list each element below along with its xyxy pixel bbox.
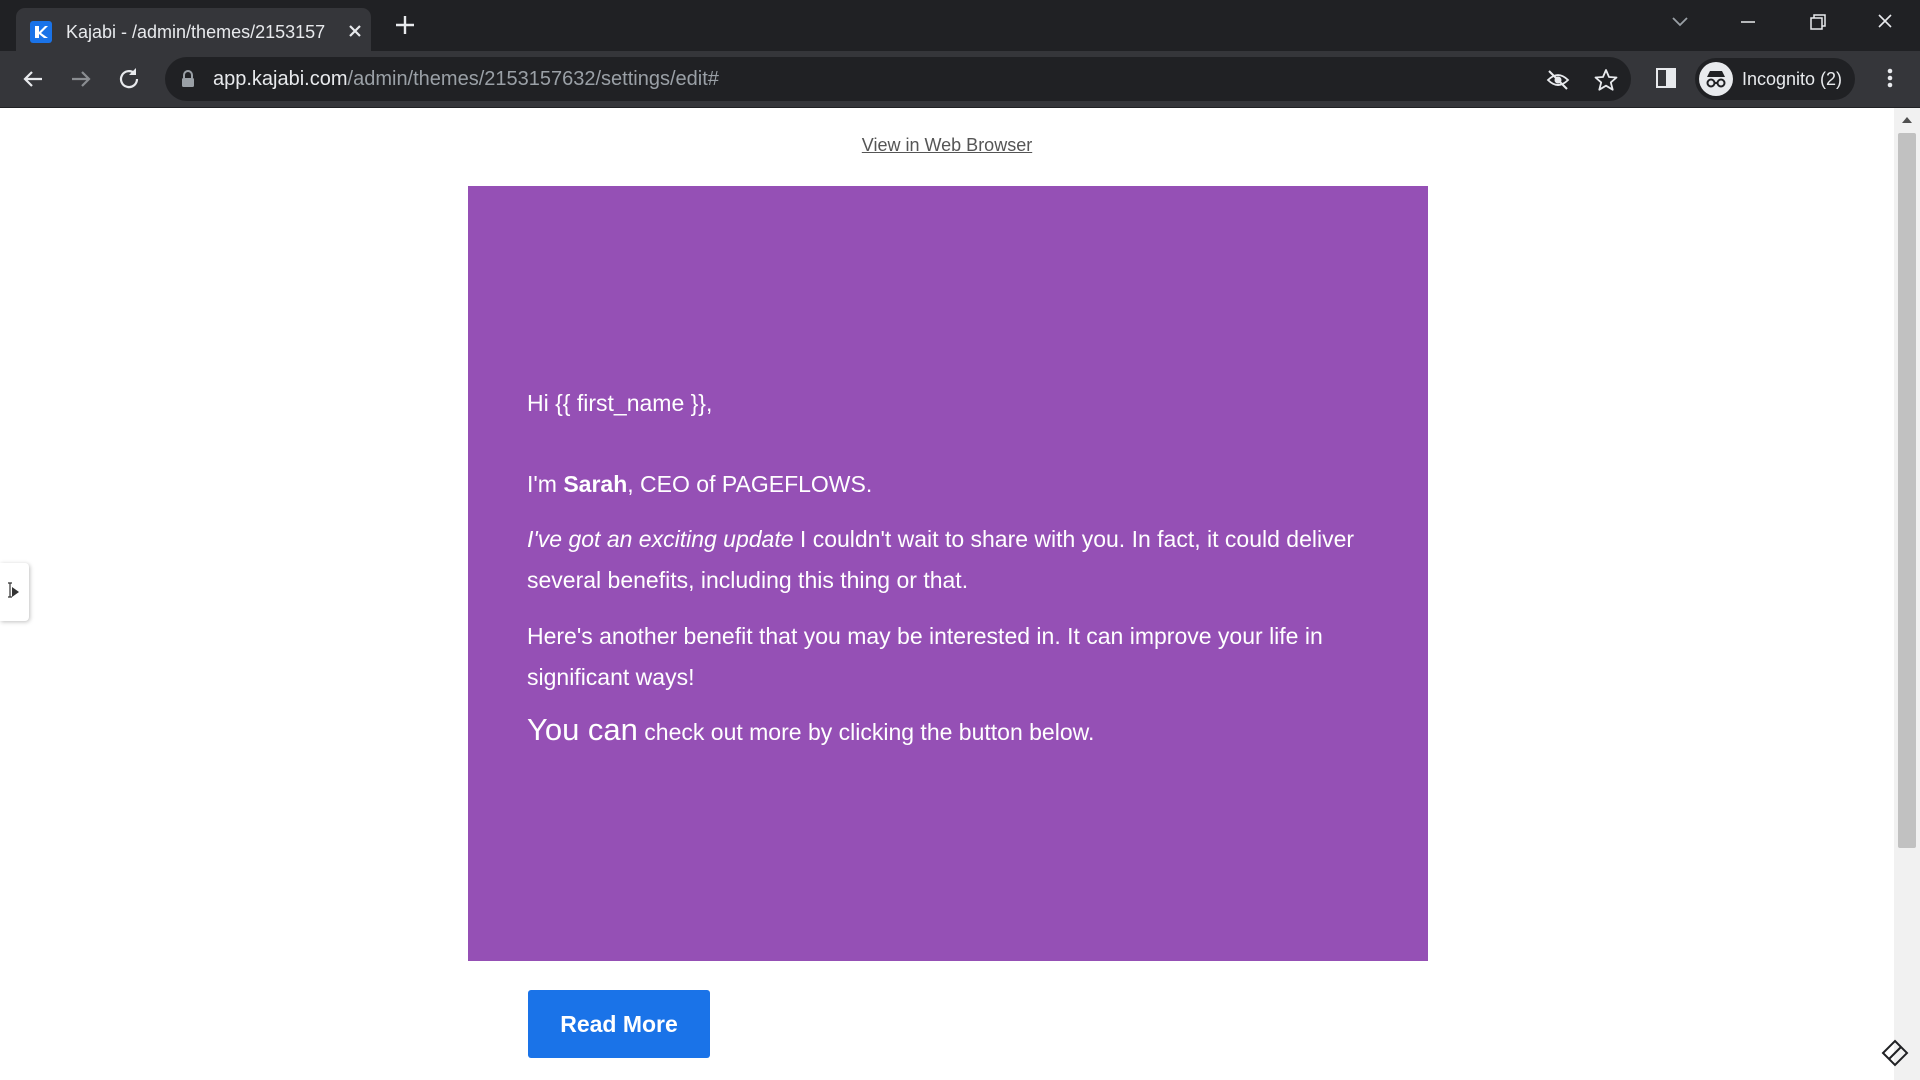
browser-tab[interactable]: Kajabi - /admin/themes/2153157 <box>16 8 371 51</box>
tab-close-icon[interactable] <box>344 20 366 42</box>
cta-rest-text: check out more by clicking the button be… <box>637 719 1095 745</box>
vertical-scrollbar[interactable] <box>1894 108 1920 1080</box>
incognito-label: Incognito (2) <box>1742 69 1843 89</box>
tab-search-chevron-down-icon[interactable] <box>1665 10 1695 34</box>
scroll-up-arrow-icon[interactable] <box>1901 112 1913 123</box>
back-arrow-icon[interactable] <box>18 64 48 94</box>
update-emphasis: I've got an exciting update <box>527 526 794 552</box>
eye-slash-icon[interactable] <box>1545 67 1571 93</box>
kebab-menu-icon[interactable] <box>1876 64 1904 92</box>
cta-paragraph: You can check out more by clicking the b… <box>527 709 1377 753</box>
new-tab-plus-icon[interactable] <box>392 12 418 38</box>
side-panel-icon[interactable] <box>1652 64 1680 92</box>
incognito-icon <box>1699 62 1733 96</box>
benefit-paragraph: Here's another benefit that you may be i… <box>527 623 1323 690</box>
window-minimize-icon[interactable] <box>1733 10 1763 34</box>
url-path: /admin/themes/2153157632/settings/edit# <box>347 68 719 90</box>
forward-arrow-icon[interactable] <box>66 64 96 94</box>
update-paragraph: I've got an exciting update I couldn't w… <box>527 519 1377 601</box>
tab-title: Kajabi - /admin/themes/2153157 <box>66 22 326 42</box>
greeting-text: Hi {{ first_name }}, <box>527 390 713 416</box>
kajabi-favicon-icon <box>30 21 52 43</box>
window-restore-icon[interactable] <box>1802 10 1832 34</box>
lock-icon[interactable] <box>180 69 196 89</box>
scrollbar-thumb[interactable] <box>1898 133 1916 848</box>
url-host: app.kajabi.com <box>213 68 348 90</box>
intro-post: , CEO of PAGEFLOWS. <box>627 471 873 497</box>
intro-paragraph: I'm Sarah, CEO of PAGEFLOWS. <box>527 464 1377 505</box>
bookmark-star-icon[interactable] <box>1593 67 1619 93</box>
sender-name: Sarah <box>563 471 628 497</box>
url-text[interactable]: app.kajabi.com/admin/themes/2153157632/s… <box>213 67 719 91</box>
read-more-button[interactable]: Read More <box>528 990 710 1058</box>
reload-icon[interactable] <box>114 64 144 94</box>
browser-toolbar: app.kajabi.com/admin/themes/2153157632/s… <box>0 51 1920 108</box>
browser-tab-strip: Kajabi - /admin/themes/2153157 <box>0 0 1920 51</box>
email-content-card: Hi {{ first_name }}, I'm Sarah, CEO of P… <box>468 186 1428 961</box>
address-bar[interactable]: app.kajabi.com/admin/themes/2153157632/s… <box>165 57 1631 101</box>
page-viewport: View in Web Browser Hi {{ first_name }},… <box>0 108 1920 1080</box>
window-close-icon[interactable] <box>1870 10 1900 34</box>
cta-large-text: You can <box>527 712 638 747</box>
eraser-diamond-icon[interactable] <box>1880 1038 1910 1068</box>
intro-pre: I'm <box>527 471 564 497</box>
view-in-web-browser-link[interactable]: View in Web Browser <box>0 135 1894 156</box>
side-panel-toggle[interactable] <box>0 563 29 621</box>
incognito-profile-button[interactable]: Incognito (2) <box>1695 58 1855 100</box>
